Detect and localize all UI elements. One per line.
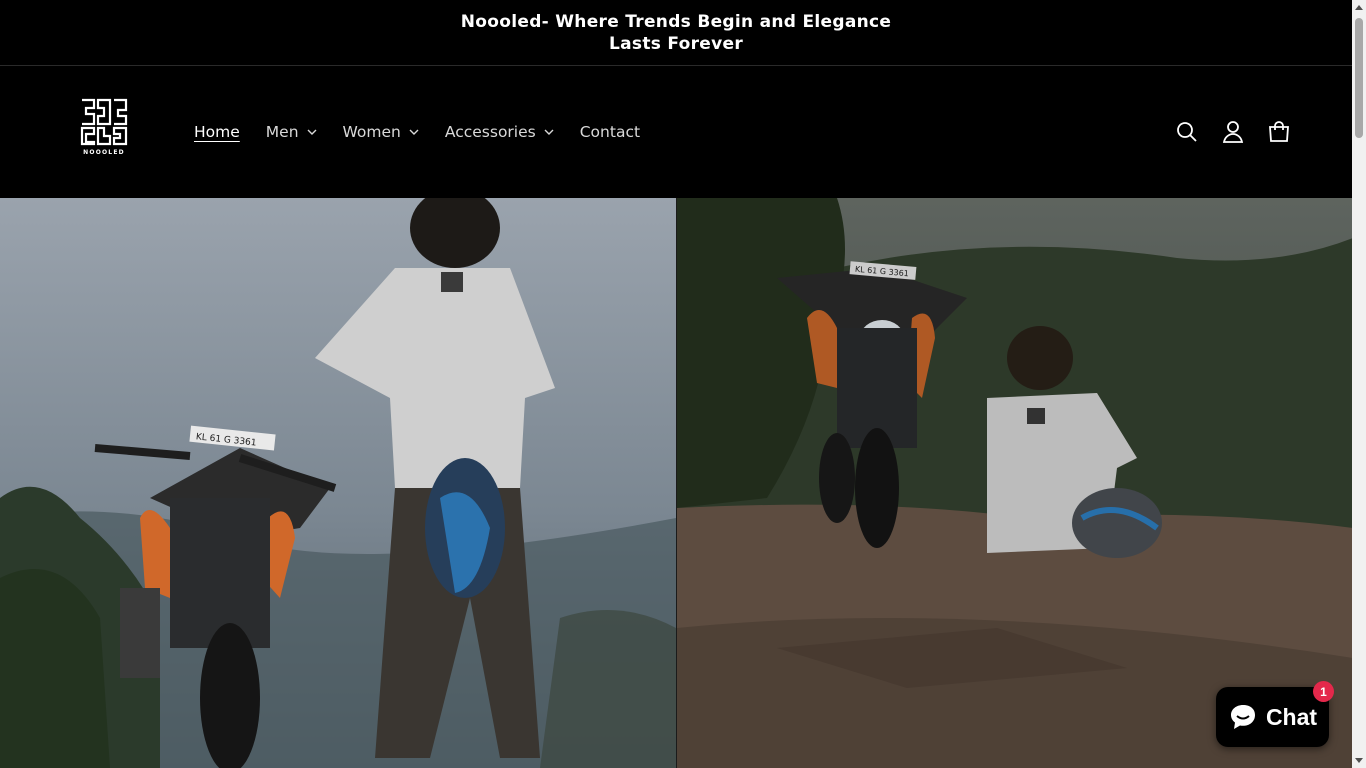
header-actions — [1174, 116, 1312, 148]
site-header: NOOOLED Home Men Women Accessories Conta… — [0, 66, 1352, 198]
nav-accessories[interactable]: Accessories — [445, 123, 554, 141]
nav-women-label: Women — [342, 123, 401, 141]
nav-contact-label: Contact — [579, 123, 641, 141]
chat-button[interactable]: Chat — [1216, 687, 1329, 747]
search-button[interactable] — [1174, 116, 1200, 148]
hero-banner: KL 61 G 3361 KL 61 G 3361 — [0, 198, 1352, 768]
chat-bubble-icon — [1230, 705, 1255, 729]
account-icon — [1222, 121, 1244, 143]
scroll-up-arrow-icon[interactable] — [1352, 0, 1366, 14]
nav-contact[interactable]: Contact — [580, 123, 640, 141]
nav-home[interactable]: Home — [194, 123, 240, 141]
cart-icon — [1269, 121, 1289, 142]
brand-logo[interactable]: NOOOLED — [78, 98, 130, 164]
chat-label: Chat — [1265, 703, 1318, 730]
cart-button[interactable] — [1266, 116, 1292, 148]
chat-unread-badge: 1 — [1313, 681, 1334, 702]
account-button[interactable] — [1220, 116, 1246, 148]
chevron-down-icon — [544, 129, 554, 135]
hero-photo-left: KL 61 G 3361 — [0, 198, 676, 768]
main-nav: Home Men Women Accessories Contact — [194, 120, 666, 144]
announcement-bar: Noooled- Where Trends Begin and Elegance… — [0, 0, 1352, 66]
logo-wordmark: NOOOLED — [83, 149, 125, 156]
hero-image-left: KL 61 G 3361 — [0, 198, 676, 768]
page-scrollbar[interactable] — [1352, 0, 1366, 768]
chevron-down-icon — [409, 129, 419, 135]
nav-men[interactable]: Men — [266, 123, 317, 141]
announcement-text: Noooled- Where Trends Begin and Elegance… — [460, 11, 892, 54]
nav-women[interactable]: Women — [343, 123, 419, 141]
hero-photo-right: KL 61 G 3361 — [677, 198, 1352, 768]
scroll-down-arrow-icon[interactable] — [1352, 754, 1366, 768]
chevron-down-icon — [307, 129, 317, 135]
search-icon — [1177, 122, 1197, 142]
nav-men-label: Men — [265, 123, 299, 141]
logo-mark-icon — [80, 98, 128, 146]
nav-home-label: Home — [194, 123, 240, 141]
hero-image-right: KL 61 G 3361 — [676, 198, 1352, 768]
nav-accessories-label: Accessories — [444, 123, 536, 141]
scroll-thumb[interactable] — [1355, 18, 1363, 138]
